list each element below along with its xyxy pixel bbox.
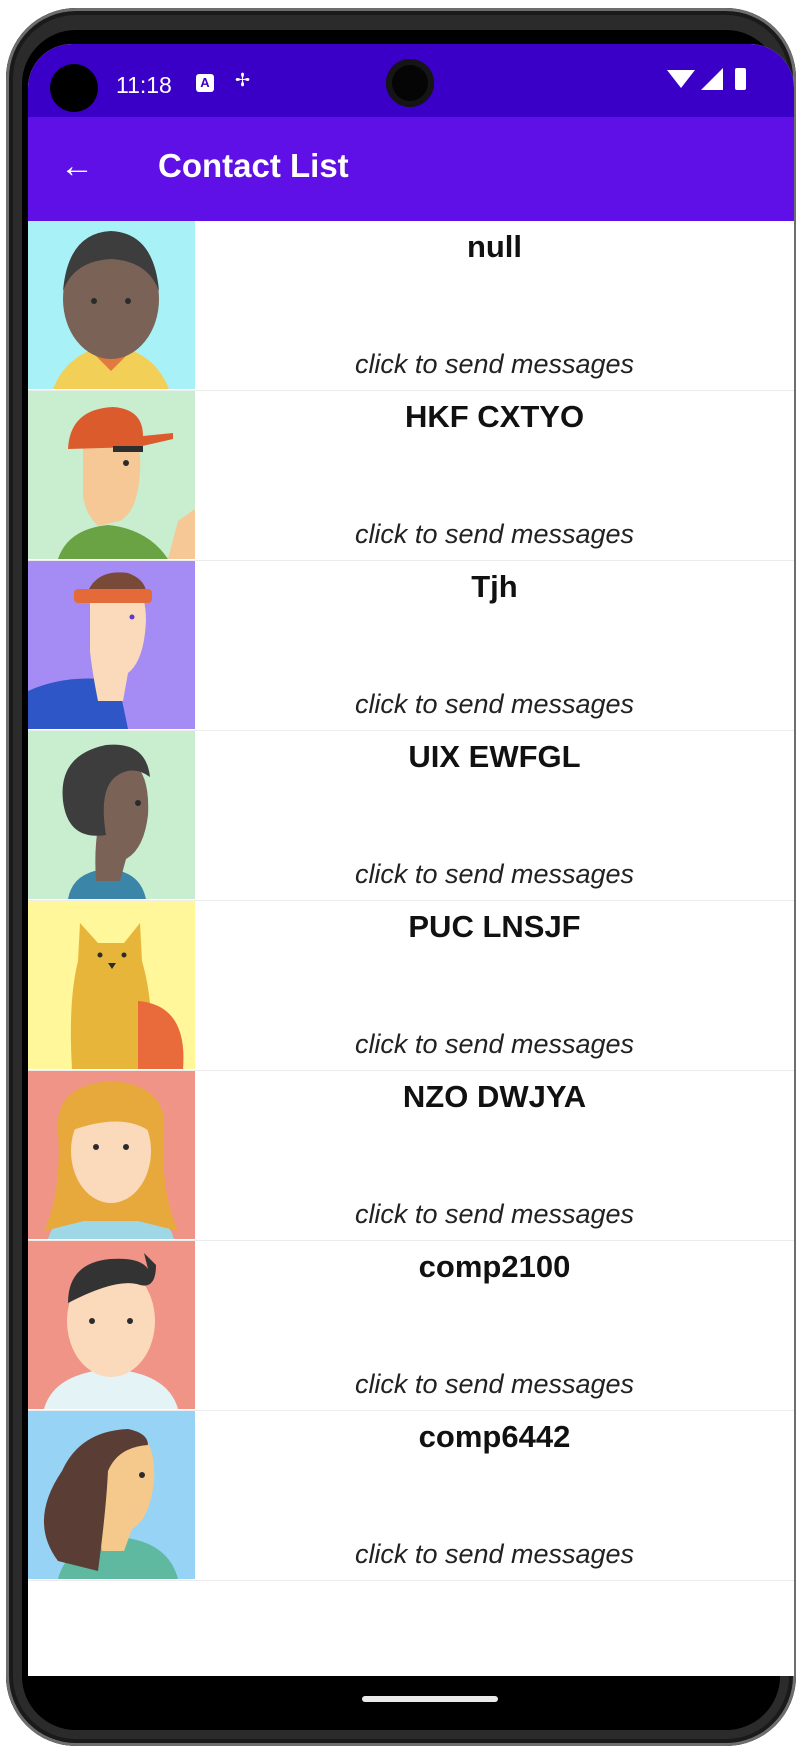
contact-subtitle: click to send messages [354,1369,635,1399]
battery-icon [735,68,746,90]
contact-subtitle: click to send messages [354,689,635,719]
navigation-bar [22,1676,780,1730]
contact-row[interactable]: NZO DWJYA click to send messages [28,1071,794,1241]
contact-name: null [466,229,523,264]
avatar [28,221,195,389]
contact-row[interactable]: HKF CXTYO click to send messages [28,391,794,561]
avatar-woman-long-hair-icon [28,1411,195,1579]
avatar-woman-blonde-icon [28,1071,195,1239]
page-title: Contact List [158,147,349,184]
contact-name: comp6442 [418,1419,571,1454]
avatar [28,1241,195,1409]
avatar-cat-icon [28,901,195,1069]
avatar [28,1071,195,1239]
contact-subtitle: click to send messages [354,1199,635,1229]
contact-subtitle: click to send messages [354,349,635,379]
contact-name: PUC LNSJF [408,909,581,944]
contact-row[interactable]: comp6442 click to send messages [28,1411,794,1581]
contact-name: Tjh [471,569,518,604]
device-frame: 11:18 A ✢ ← Contact List null click to s… [0,0,802,1752]
punch-hole-camera-icon [386,59,434,107]
avatar-woman-bun-icon [28,731,195,899]
front-camera-icon [50,64,98,112]
contact-row[interactable]: comp2100 click to send messages [28,1241,794,1411]
cell-signal-icon [701,68,723,90]
a-icon: A [196,74,214,92]
contact-name: comp2100 [418,1249,571,1284]
avatar [28,901,195,1069]
avatar-man-cap-icon [28,391,195,559]
contact-name: HKF CXTYO [404,399,585,434]
status-time: 11:18 [116,72,172,98]
contact-row[interactable]: UIX EWFGL click to send messages [28,731,794,901]
contact-list: null click to send messages HKF CXTYO cl… [28,221,794,1581]
usb-debug-icon: ✢ [235,70,251,90]
avatar-man-dark-hair-icon [28,221,195,389]
contact-subtitle: click to send messages [354,1539,635,1569]
app-bar: ← Contact List [28,117,794,221]
contact-subtitle: click to send messages [354,1029,635,1059]
contact-row[interactable]: null click to send messages [28,221,794,391]
home-gesture-handle[interactable] [362,1696,498,1702]
contact-name: NZO DWJYA [402,1079,587,1114]
contact-subtitle: click to send messages [354,859,635,889]
avatar [28,1411,195,1579]
wifi-icon [667,70,695,88]
avatar [28,391,195,559]
arrow-left-icon[interactable]: ← [58,147,96,185]
avatar-man-short-hair-icon [28,1241,195,1409]
status-bar: 11:18 A ✢ [28,44,794,117]
contact-row[interactable]: PUC LNSJF click to send messages [28,901,794,1071]
avatar-man-headband-icon [28,561,195,729]
avatar [28,731,195,899]
system-icons [667,68,746,90]
contact-subtitle: click to send messages [354,519,635,549]
contact-row[interactable]: Tjh click to send messages [28,561,794,731]
screen: 11:18 A ✢ ← Contact List null click to s… [28,44,794,1676]
contact-name: UIX EWFGL [408,739,581,774]
avatar [28,561,195,729]
